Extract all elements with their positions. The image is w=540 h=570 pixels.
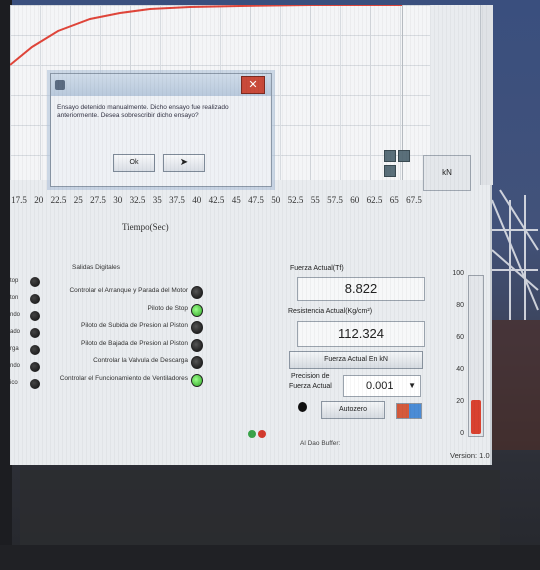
unit-kn-button[interactable]: kN — [423, 155, 471, 191]
close-icon[interactable]: ✕ — [241, 76, 265, 94]
input-led-indicator — [30, 379, 40, 389]
x-tick-label: 25 — [73, 195, 83, 205]
output-led-indicator — [191, 373, 203, 387]
input-led-indicator — [30, 362, 40, 372]
toggle-switch[interactable] — [396, 403, 422, 419]
output-led-indicator — [191, 303, 203, 317]
output-led-indicator — [191, 338, 203, 352]
x-tick-label: 27.5 — [90, 195, 106, 205]
output-label: Controlar la Valvula de Descarga — [93, 357, 188, 364]
x-axis-title: Tiempo(Sec) — [122, 222, 169, 232]
input-label: ado — [10, 329, 21, 335]
x-tick-label: 55 — [310, 195, 320, 205]
buffer-status: Al Dao Buffer: — [300, 440, 341, 447]
gauge-tick-label: 40 — [456, 366, 464, 373]
graph-x-axis: 17.5 20 22.5 25 27.5 30 32.5 35 37.5 40 42.5 45 47.5… — [10, 195, 440, 213]
ok-button[interactable]: Ok — [113, 154, 155, 172]
output-led-indicator — [191, 286, 203, 299]
input-label: top — [10, 278, 19, 284]
resistance-label: Resistencia Actual(Kg/cm²) — [288, 308, 373, 315]
resistance-readout: 112.324 — [297, 321, 425, 347]
status-icon-red — [258, 430, 266, 438]
x-tick-label: 40 — [192, 195, 202, 205]
force-gauge-fill — [471, 400, 481, 434]
cancel-button[interactable]: ➤ — [163, 154, 205, 172]
dialog-titlebar: ✕ — [51, 74, 271, 96]
output-label: Piloto de Bajada de Presion al Piston — [81, 339, 188, 347]
gauge-tick-label: 0 — [460, 430, 464, 437]
pan-tool-icon[interactable] — [398, 150, 410, 162]
graph-scrollbar[interactable] — [480, 5, 493, 185]
dialog-message: Ensayo detenido manualmente. Dicho ensay… — [57, 104, 229, 119]
output-label: Piloto de Subida de Presion al Piston — [81, 322, 188, 329]
digital-outputs-title: Salidas Digitales — [72, 264, 121, 271]
cursor-icon: ➤ — [179, 157, 189, 168]
gauge-tick-label: 60 — [456, 334, 464, 341]
output-led-indicator — [191, 356, 203, 369]
x-tick-label: 52.5 — [287, 195, 304, 205]
x-tick-label: 42.5 — [208, 195, 225, 205]
chevron-down-icon: ▼ — [408, 381, 416, 390]
x-tick-label: 47.5 — [248, 195, 264, 205]
cursor-tool-icon[interactable] — [384, 165, 396, 177]
input-led-indicator — [30, 311, 40, 321]
x-tick-label: 57.5 — [327, 195, 343, 205]
application-window: 17.5 20 22.5 25 27.5 30 32.5 35 37.5 40 42.5 45 47.5… — [10, 5, 493, 465]
input-led-indicator — [30, 345, 40, 355]
x-tick-label: 62.5 — [366, 195, 383, 205]
version-label: Version: 1.0 — [450, 451, 490, 460]
x-tick-label: 67.5 — [406, 195, 422, 205]
confirm-dialog: ✕ Ensayo detenido manualmente. Dicho ens… — [50, 73, 272, 187]
gauge-tick-label: 20 — [456, 398, 464, 405]
x-tick-label: 50 — [271, 195, 281, 205]
x-tick-label: 65 — [389, 195, 399, 205]
zoom-tool-icon[interactable] — [384, 150, 396, 162]
input-label: ton — [10, 295, 19, 301]
precision-label-line1: Precision de — [291, 373, 330, 380]
x-tick-label: 45 — [231, 195, 241, 205]
input-led-indicator — [30, 277, 40, 287]
x-tick-label: 35 — [152, 195, 162, 205]
input-led-indicator — [30, 328, 40, 338]
monitor-bottom-bezel — [0, 545, 540, 570]
x-tick-label: 30 — [113, 195, 123, 205]
autozero-indicator — [298, 402, 307, 412]
gauge-tick-label: 80 — [456, 302, 464, 309]
input-led-indicator — [30, 294, 40, 304]
input-label: rga — [10, 346, 19, 352]
input-label: ndo — [10, 312, 21, 318]
force-label: Fuerza Actual(Tf) — [290, 265, 344, 272]
x-tick-label: 37.5 — [169, 195, 185, 205]
precision-select[interactable]: 0.001 ▼ — [343, 375, 421, 397]
autozero-button[interactable]: Autozero — [321, 401, 385, 419]
gauge-tick-label: 100 — [452, 270, 464, 277]
input-label: ico — [10, 380, 18, 386]
force-gauge — [468, 275, 484, 437]
force-in-kn-button[interactable]: Fuerza Actual En kN — [289, 351, 423, 369]
input-label: ndo — [10, 363, 21, 369]
x-tick-label: 60 — [350, 195, 360, 205]
output-label: Controlar el Arranque y Parada del Motor — [69, 287, 188, 294]
x-tick-label: 32.5 — [129, 195, 146, 205]
screen: 17.5 20 22.5 25 27.5 30 32.5 35 37.5 40 42.5 45 47.5… — [0, 0, 540, 570]
precision-value: 0.001 — [366, 380, 394, 392]
precision-label-line2: Fuerza Actual — [289, 383, 332, 390]
force-readout: 8.822 — [297, 277, 425, 301]
output-led-indicator — [191, 321, 203, 334]
force-curve-line — [10, 5, 402, 66]
status-icon-green — [248, 430, 256, 438]
x-tick-label: 20 — [34, 195, 44, 205]
x-tick-label: 22.5 — [50, 195, 67, 205]
x-tick-label: 17.5 — [11, 195, 27, 205]
output-label: Piloto de Stop — [147, 304, 188, 312]
output-label: Controlar el Funcionamiento de Ventilado… — [59, 374, 188, 382]
app-icon — [55, 80, 65, 90]
